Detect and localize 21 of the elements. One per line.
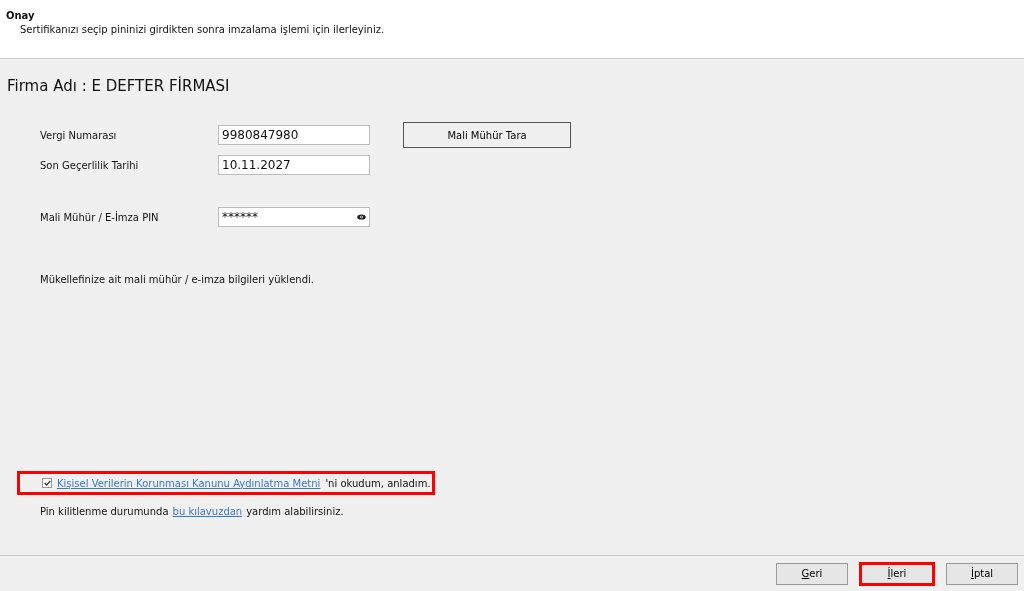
text-field[interactable]: 9980847980: [218, 125, 370, 145]
field-label: Son Geçerlilik Tarihi: [40, 159, 140, 171]
status-message: Mükellefinize ait mali mühür / e-imza bilgileri yüklendi.: [40, 274, 315, 285]
nav-button[interactable]: İleri: [859, 561, 935, 586]
help-text: yardım alabilirsiniz.: [246, 506, 344, 517]
pin-field[interactable]: ******: [218, 207, 370, 227]
scan-button[interactable]: Mali Mühür Tara: [403, 122, 571, 148]
checkbox[interactable]: [42, 478, 52, 488]
header-subtitle: Sertifikanızı seçip pininizi girdikten sonra imzalama işlemi için ilerleyiniz.: [20, 24, 386, 35]
consent-text: 'ni okudum, anladım.: [325, 477, 431, 489]
eye-icon[interactable]: [357, 214, 366, 220]
company-name: Firma Adı : E DEFTER FİRMASI: [7, 77, 231, 95]
guide-link[interactable]: bu kılavuzdan: [172, 506, 243, 517]
nav-button[interactable]: Geri: [776, 562, 848, 585]
text-field[interactable]: 10.11.2027: [218, 155, 370, 175]
header-title: Onay: [6, 10, 36, 21]
consent-link[interactable]: Kişisel Verilerin Korunması Kanunu Aydınlatma Metni: [57, 477, 321, 489]
nav-button[interactable]: İptal: [946, 562, 1018, 585]
help-text: Pin kilitlenme durumunda: [40, 506, 169, 517]
field-label: Mali Mühür / E-İmza PIN: [40, 211, 160, 223]
field-label: Vergi Numarası: [40, 129, 118, 141]
